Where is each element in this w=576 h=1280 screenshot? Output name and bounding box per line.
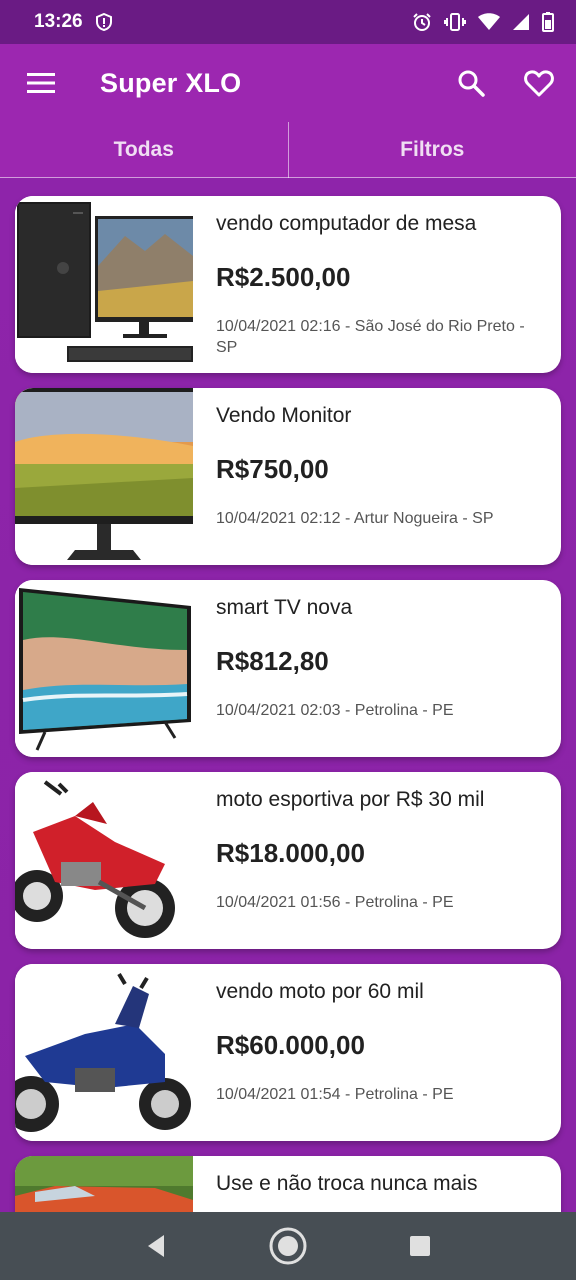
menu-icon[interactable]: [24, 66, 58, 100]
search-icon[interactable]: [454, 66, 488, 100]
listing-meta: 10/04/2021 02:12 - Artur Nogueira - SP: [216, 510, 494, 527]
listing-price: R$60.000,00: [216, 1030, 365, 1060]
listing-title: Vendo Monitor: [216, 404, 352, 427]
signal-icon: [512, 13, 530, 31]
vibrate-icon: [444, 12, 466, 32]
alarm-icon: [412, 12, 432, 32]
listing-price: R$2.500,00: [216, 262, 351, 292]
listing-meta: 10/04/2021 01:54 - Petrolina - PE: [216, 1086, 454, 1103]
home-icon[interactable]: [264, 1222, 312, 1270]
car-image: [15, 1156, 193, 1212]
tab-todas[interactable]: Todas: [0, 122, 288, 177]
listing-meta: 10/04/2021 01:56 - Petrolina - PE: [216, 894, 454, 911]
listing-price: R$18.000,00: [216, 838, 365, 868]
listing-meta: 10/04/2021 02:03 - Petrolina - PE: [216, 702, 454, 719]
wifi-icon: [478, 13, 500, 31]
listing-title: Use e não troca nunca mais: [216, 1172, 478, 1195]
listing-meta: 10/04/2021 02:16 - São José do Rio Preto…: [216, 318, 525, 356]
listing-card[interactable]: vendo computador de mesa R$2.500,00 10/0…: [15, 196, 561, 373]
desktop-computer-image: [15, 196, 193, 373]
listing-price: R$812,80: [216, 646, 329, 676]
listings-list[interactable]: vendo computador de mesa R$2.500,00 10/0…: [0, 178, 576, 1212]
listing-title: moto esportiva por R$ 30 mil: [216, 788, 485, 811]
battery-icon: [542, 12, 554, 32]
listing-title: smart TV nova: [216, 596, 353, 619]
app-bar: Super XLO: [0, 44, 576, 122]
listing-card[interactable]: vendo moto por 60 mil R$60.000,00 10/04/…: [15, 964, 561, 1141]
app-title: Super XLO: [100, 67, 242, 98]
status-time: 13:26: [34, 11, 83, 32]
back-icon[interactable]: [132, 1222, 180, 1270]
tab-bar: Todas Filtros: [0, 122, 576, 178]
listing-price: R$750,00: [216, 454, 329, 484]
tab-filtros[interactable]: Filtros: [289, 122, 576, 177]
system-nav-bar: [0, 1212, 576, 1280]
listing-card[interactable]: Vendo Monitor R$750,00 10/04/2021 02:12 …: [15, 388, 561, 565]
shield-alert-icon: [95, 13, 113, 31]
smart-tv-image: [15, 580, 193, 757]
recents-icon[interactable]: [396, 1222, 444, 1270]
listing-title: vendo moto por 60 mil: [216, 980, 424, 1003]
red-motorcycle-image: [15, 772, 193, 949]
listing-title: vendo computador de mesa: [216, 212, 477, 235]
blue-motorcycle-image: [15, 964, 193, 1141]
listing-card[interactable]: moto esportiva por R$ 30 mil R$18.000,00…: [15, 772, 561, 949]
status-bar: 13:26: [0, 0, 576, 44]
listing-card[interactable]: Use e não troca nunca mais: [15, 1156, 561, 1212]
heart-icon[interactable]: [522, 66, 556, 100]
listing-card[interactable]: smart TV nova R$812,80 10/04/2021 02:03 …: [15, 580, 561, 757]
monitor-image: [15, 388, 193, 565]
